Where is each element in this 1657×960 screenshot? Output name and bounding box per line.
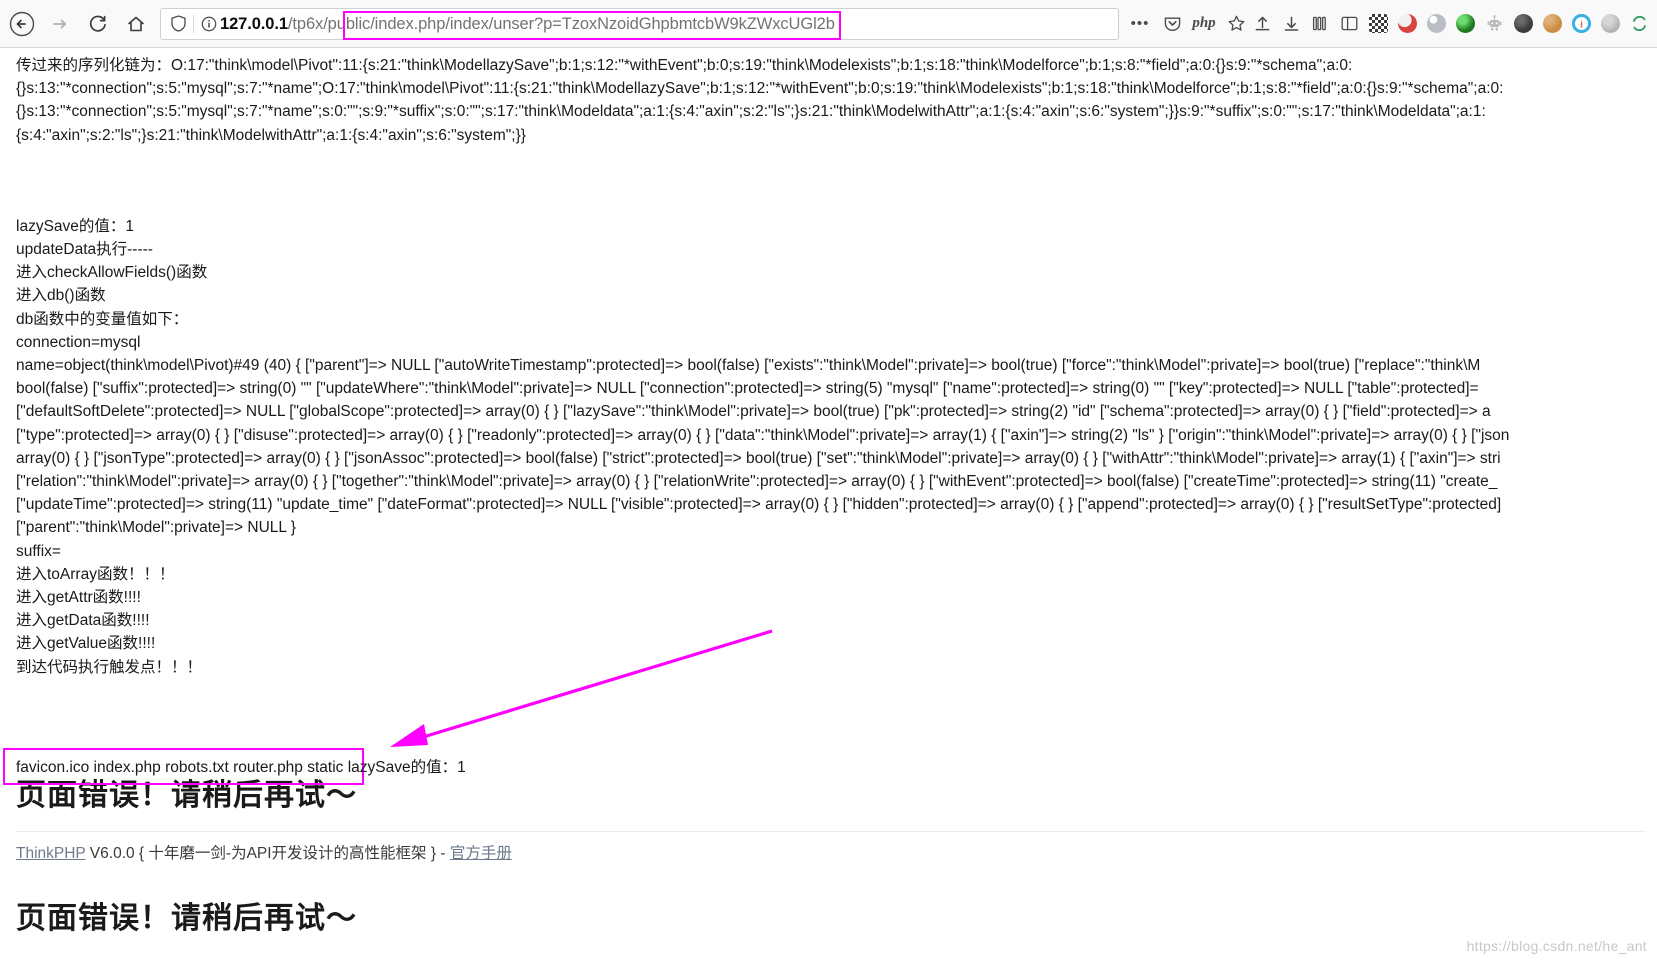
framework-version-text: V6.0.0 { 十年磨一剑-为API开发设计的高性能框架 } - xyxy=(85,844,450,862)
globe-icon[interactable] xyxy=(1427,14,1446,33)
thinkphp-link[interactable]: ThinkPHP xyxy=(16,845,86,862)
error-section-2: 页面错误！请稍后再试～ xyxy=(0,896,1657,942)
page-title-secondary: 页面错误！请稍后再试～ xyxy=(16,901,357,935)
directory-listing-output: favicon.ico index.php robots.txt router.… xyxy=(16,759,466,776)
error-section-1: 页面错误！请稍后再试～ ThinkPHP V6.0.0 { 十年磨一剑-为API… xyxy=(0,773,1657,866)
debug-trace-output: lazySave的值：1 updateData执行----- 进入checkAl… xyxy=(16,217,1510,676)
url-text[interactable]: 127.0.0.1/tp6x/public/index.php/index/un… xyxy=(220,9,1112,39)
sidebar-icon[interactable] xyxy=(1340,14,1359,33)
pocket-icon[interactable] xyxy=(1157,8,1187,40)
info-circle-icon[interactable] xyxy=(198,13,220,35)
star-icon[interactable] xyxy=(1221,8,1251,40)
toolbar-right-actions: ••• php xyxy=(1125,8,1253,40)
url-bar[interactable]: 127.0.0.1/tp6x/public/index.php/index/un… xyxy=(160,7,1119,40)
download-icon[interactable] xyxy=(1282,14,1301,33)
url-divider xyxy=(193,14,194,33)
serialized-chain-output: 传过来的序列化链为：O:17:"think\model\Pivot":11:{s… xyxy=(16,57,1504,144)
page-actions-overflow-button[interactable]: ••• xyxy=(1125,8,1155,40)
upload-icon[interactable] xyxy=(1253,14,1272,33)
vimium-icon[interactable] xyxy=(1456,14,1475,33)
qr-code-icon[interactable] xyxy=(1369,14,1388,33)
sync-icon[interactable] xyxy=(1630,14,1649,33)
dark-reader-icon[interactable] xyxy=(1514,14,1533,33)
shield-icon[interactable] xyxy=(167,13,189,35)
grey-addon-icon[interactable] xyxy=(1601,14,1620,33)
robot-icon[interactable] xyxy=(1485,14,1504,33)
home-button[interactable] xyxy=(118,6,154,42)
url-host: 127.0.0.1 xyxy=(220,14,288,33)
library-icon[interactable] xyxy=(1311,14,1330,33)
cookie-icon[interactable] xyxy=(1543,14,1562,33)
framework-footer: ThinkPHP V6.0.0 { 十年磨一剑-为API开发设计的高性能框架 }… xyxy=(16,842,1657,866)
adblock-icon[interactable] xyxy=(1398,14,1417,33)
content-gap xyxy=(0,147,1657,215)
php-extension-icon[interactable]: php xyxy=(1189,8,1219,40)
url-path: /tp6x/public/index.php/index/unser?p=Tzo… xyxy=(287,14,835,33)
navigation-buttons xyxy=(0,6,154,42)
browser-chrome: 127.0.0.1/tp6x/public/index.php/index/un… xyxy=(0,0,1657,48)
divider xyxy=(16,830,1646,832)
watermark-text: https://blog.csdn.net/he_ant xyxy=(1466,938,1647,954)
url-bar-container: 127.0.0.1/tp6x/public/index.php/index/un… xyxy=(160,7,1119,40)
notification-icon[interactable] xyxy=(1572,14,1591,33)
forward-button[interactable] xyxy=(42,6,78,42)
back-button[interactable] xyxy=(4,6,40,42)
extension-icons-bar xyxy=(1253,14,1657,33)
official-manual-link[interactable]: 官方手册 xyxy=(450,845,512,862)
page-content: 传过来的序列化链为：O:17:"think\model\Pivot":11:{s… xyxy=(0,48,1657,960)
reload-button[interactable] xyxy=(80,6,116,42)
